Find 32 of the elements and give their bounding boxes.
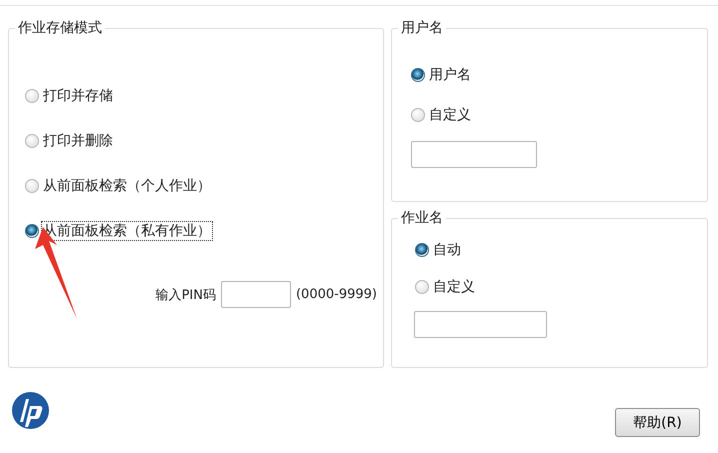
radio-option[interactable]: 用户名 — [411, 65, 707, 85]
radio-button[interactable] — [411, 68, 425, 82]
option-label: 从前面板检索（个人作业） — [42, 177, 212, 196]
radio-option[interactable]: 自定义 — [411, 105, 707, 125]
pin-range-hint: (0000-9999) — [296, 287, 377, 302]
pin-input-field[interactable] — [220, 281, 291, 308]
option-label: 自定义 — [432, 278, 476, 297]
radio-button[interactable] — [415, 280, 429, 294]
radio-button[interactable] — [411, 108, 425, 122]
option-label: 打印并存储 — [42, 87, 114, 106]
group-title: 作业名 — [398, 209, 446, 227]
radio-button[interactable] — [25, 224, 39, 238]
radio-button[interactable] — [25, 134, 39, 148]
radio-button[interactable] — [25, 89, 39, 103]
radio-option[interactable]: 自动 — [415, 240, 707, 260]
radio-option[interactable]: 打印并删除 — [25, 131, 383, 151]
text-field[interactable] — [411, 141, 537, 168]
group-title: 用户名 — [398, 19, 446, 37]
radio-option[interactable]: 从前面板检索（个人作业） — [25, 176, 383, 196]
option-label: 打印并删除 — [42, 132, 114, 151]
help-button[interactable]: 帮助(R) — [615, 408, 700, 437]
group-title: 作业存储模式 — [15, 19, 105, 37]
text-field[interactable] — [414, 311, 547, 338]
radio-button[interactable] — [25, 179, 39, 193]
radio-option[interactable]: 自定义 — [415, 277, 707, 297]
option-label: 自动 — [432, 241, 462, 260]
option-label: 自定义 — [428, 106, 472, 125]
pin-label: 输入PIN码 — [156, 286, 216, 304]
logo-icon — [12, 392, 49, 429]
radio-button[interactable] — [415, 243, 429, 257]
radio-option[interactable]: 打印并存储 — [25, 86, 383, 106]
option-label: 用户名 — [428, 66, 472, 85]
